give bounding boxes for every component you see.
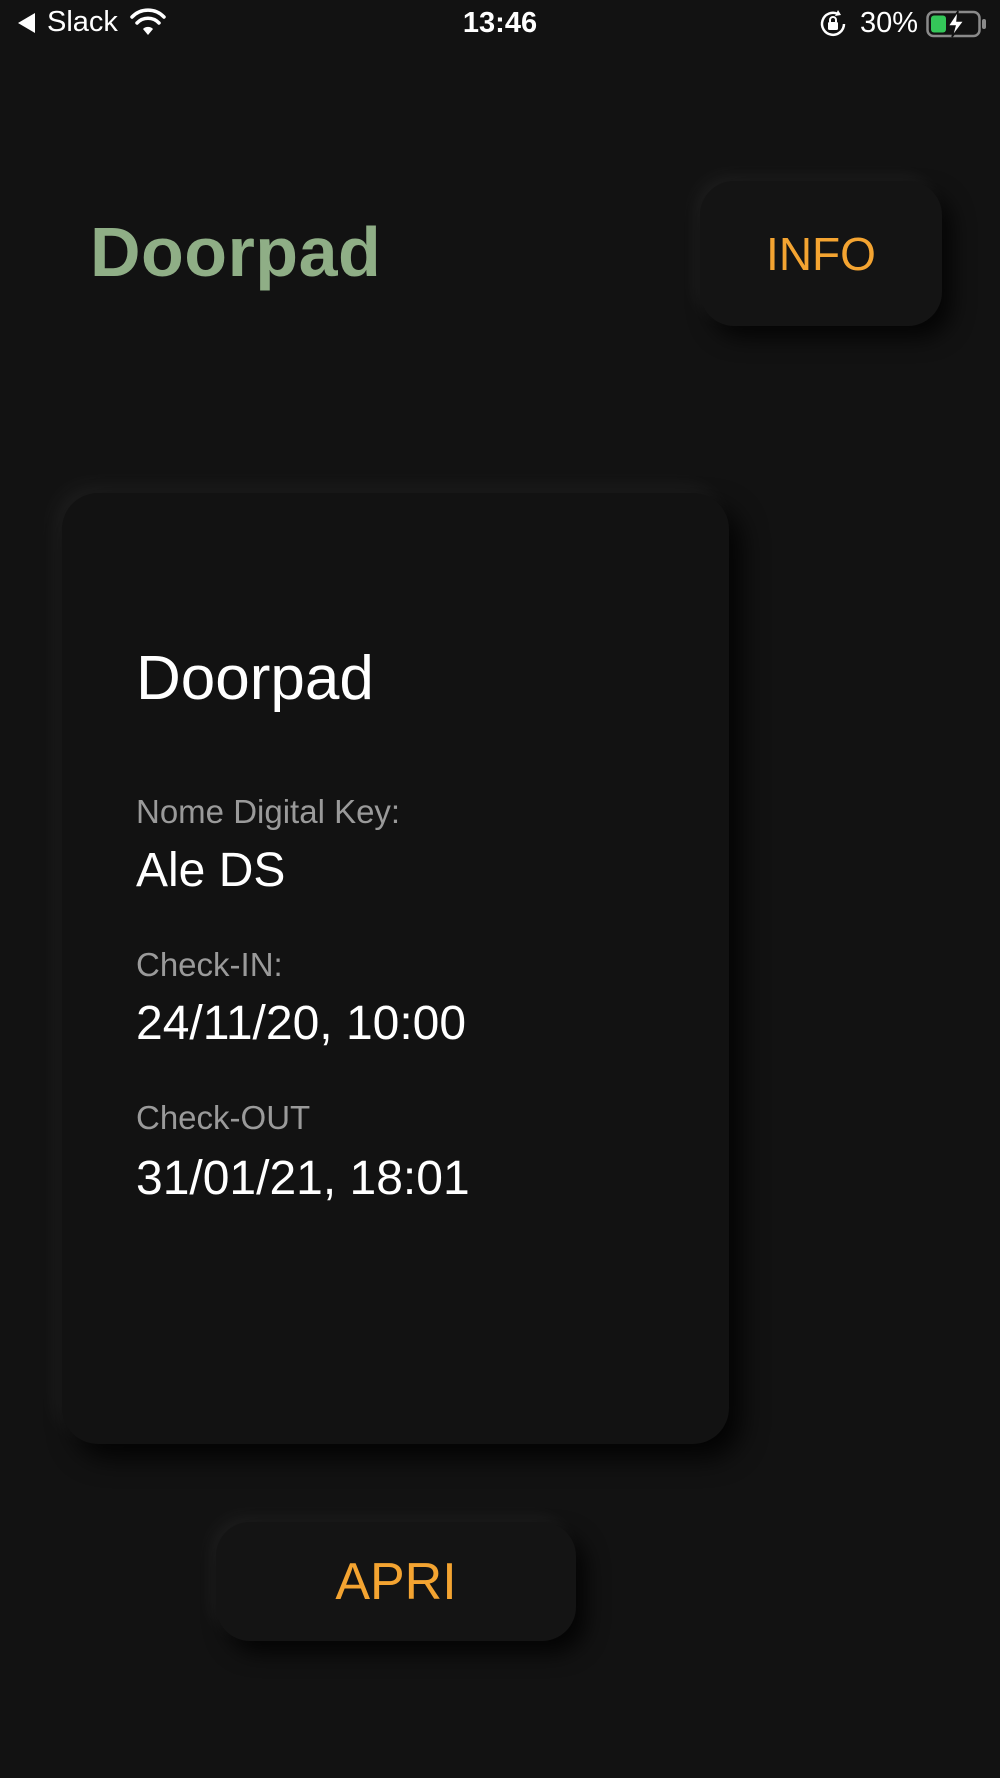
app-title: Doorpad — [90, 213, 382, 291]
check-in-label: Check-IN: — [136, 946, 283, 983]
card-title: Doorpad — [136, 644, 374, 713]
battery-charging-icon — [926, 10, 986, 37]
check-in-value: 24/11/20, 10:00 — [136, 997, 467, 1050]
check-out-value: 31/01/21, 18:01 — [136, 1152, 470, 1205]
key-name-label: Nome Digital Key: — [136, 793, 401, 830]
battery-percent: 30% — [859, 7, 918, 39]
digital-key-card: Doorpad Nome Digital Key: Ale DS Check-I… — [62, 493, 729, 1444]
info-button[interactable]: INFO — [700, 181, 942, 326]
orientation-lock-icon — [820, 9, 846, 36]
key-name-value: Ale DS — [136, 844, 286, 897]
check-out-label: Check-OUT — [136, 1099, 311, 1136]
status-bar: Slack 13:46 30% — [0, 0, 1000, 52]
status-right-group: 30% — [818, 7, 988, 40]
open-door-button[interactable]: APRI — [216, 1522, 576, 1641]
